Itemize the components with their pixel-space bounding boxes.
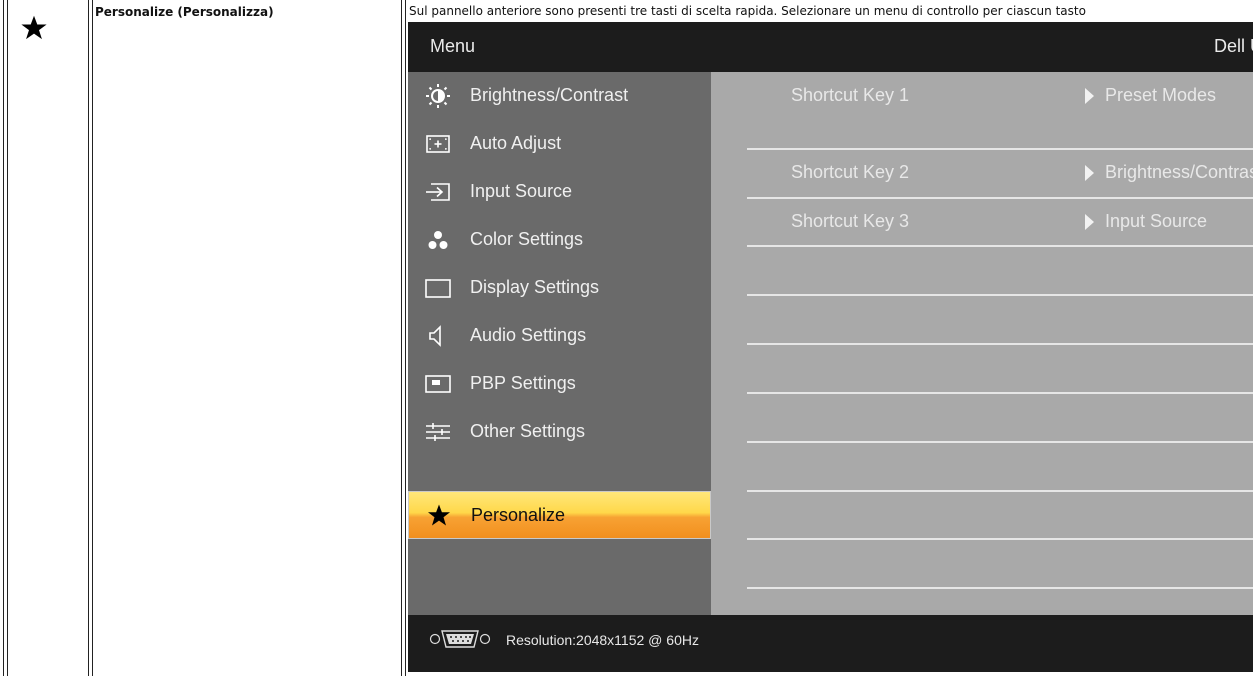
input-source-icon [426, 183, 450, 201]
table-border-left-inner [7, 0, 8, 676]
menu-item-brightness-contrast[interactable]: Brightness/Contrast [408, 72, 711, 120]
brightness-icon [426, 84, 450, 108]
resolution-readout: Resolution:2048x1152 @ 60Hz [506, 632, 699, 648]
menu-item-other-settings[interactable]: Other Settings [408, 408, 711, 456]
triangle-right-icon [1085, 214, 1094, 230]
menu-item-label: PBP Settings [470, 373, 576, 393]
menu-item-label: Other Settings [470, 421, 586, 441]
row-divider [747, 587, 1253, 589]
menu-item-label: Color Settings [470, 229, 584, 249]
shortcut-key-label: Shortcut Key 2 [791, 162, 910, 182]
display-settings-icon [425, 279, 451, 298]
menu-item-label: Brightness/Contrast [470, 85, 629, 105]
shortcut-key-2-row[interactable]: Shortcut Key 2 Brightness/Contrast [747, 149, 1253, 198]
table-border-col2-inner [92, 0, 93, 676]
row-description: Sul pannello anteriore sono presenti tre… [409, 4, 1086, 18]
shortcut-key-value: Input Source [1105, 211, 1208, 231]
osd-menu-title: Menu [430, 36, 476, 56]
shortcut-key-3-row[interactable]: Shortcut Key 3 Input Source [747, 198, 1253, 247]
shortcut-key-1-row[interactable]: Shortcut Key 1 Preset Modes [747, 72, 1253, 121]
row-divider [747, 392, 1253, 394]
audio-settings-icon [429, 325, 441, 347]
menu-item-pbp-settings[interactable]: PBP Settings [408, 360, 711, 408]
star-icon [21, 15, 47, 40]
shortcut-key-label: Shortcut Key 3 [791, 211, 910, 231]
osd-header: Menu Dell U2713HM [408, 22, 1253, 72]
menu-item-label: Audio Settings [470, 325, 587, 345]
table-border-col2-outer [88, 0, 89, 676]
row-divider [747, 294, 1253, 296]
osd-model-name: Dell U2713HM [1214, 36, 1253, 56]
table-border-left-outer [3, 0, 4, 676]
pbp-settings-icon [425, 375, 451, 393]
osd-footer: Resolution:2048x1152 @ 60Hz [408, 615, 1253, 672]
table-border-col3-inner [405, 0, 406, 676]
table-border-col3-outer [401, 0, 402, 676]
menu-item-auto-adjust[interactable]: Auto Adjust [408, 120, 711, 168]
row-divider [747, 490, 1253, 492]
menu-item-label: Display Settings [470, 277, 600, 297]
row-divider [747, 245, 1253, 247]
shortcut-key-label: Shortcut Key 1 [791, 85, 910, 105]
shortcut-key-value: Preset Modes [1105, 85, 1217, 105]
row-divider [747, 441, 1253, 443]
star-icon [428, 504, 450, 526]
triangle-right-icon [1085, 88, 1094, 104]
shortcut-key-value: Brightness/Contrast [1105, 162, 1253, 182]
row-divider [747, 538, 1253, 540]
other-settings-icon [426, 423, 450, 441]
menu-item-label: Input Source [470, 181, 573, 201]
osd-submenu-panel: Shortcut Key 1 Preset Modes Shortcut Key… [711, 72, 1253, 615]
row-divider [747, 343, 1253, 345]
osd-menu-list: Brightness/Contrast Auto Adjust Input So… [408, 72, 711, 615]
auto-adjust-icon [426, 135, 450, 153]
menu-item-label: Personalize [471, 505, 566, 525]
menu-item-label: Auto Adjust [470, 133, 562, 153]
menu-item-color-settings[interactable]: Color Settings [408, 216, 711, 264]
osd-menu-screenshot: Menu Dell U2713HM Brightness/Contrast [408, 22, 1253, 672]
menu-item-audio-settings[interactable]: Audio Settings [408, 312, 711, 360]
menu-item-input-source[interactable]: Input Source [408, 168, 711, 216]
menu-item-display-settings[interactable]: Display Settings [408, 264, 711, 312]
menu-item-personalize[interactable]: Personalize [408, 491, 711, 539]
color-settings-icon [428, 231, 448, 249]
triangle-right-icon [1085, 165, 1094, 181]
vga-connector-icon [429, 630, 491, 648]
row-title: Personalize (Personalizza) [95, 5, 274, 19]
